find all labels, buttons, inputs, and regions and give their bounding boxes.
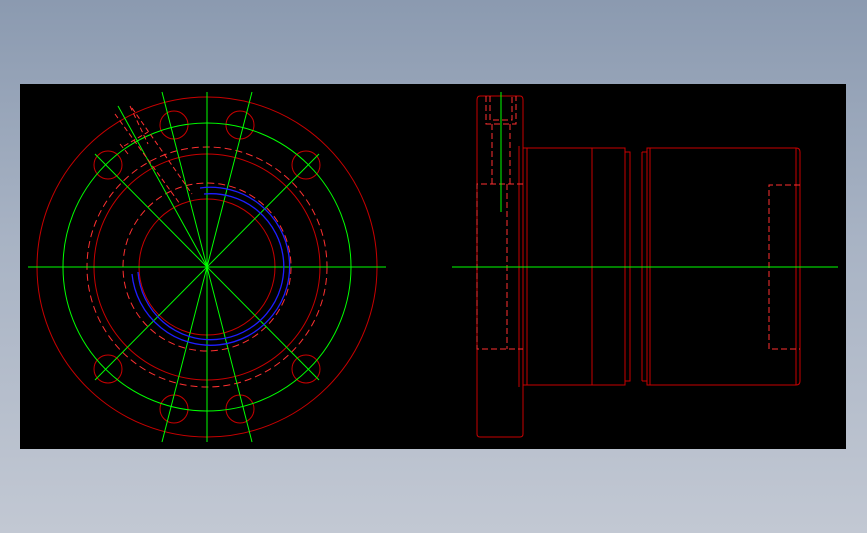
- bolt-hole: [291, 354, 321, 384]
- oil-hole-edge: [131, 107, 193, 195]
- thread-arc: [131, 186, 291, 346]
- thread-arc-outer: [131, 186, 291, 346]
- cad-viewport[interactable]: [20, 84, 846, 449]
- bolt-hole: [291, 150, 321, 180]
- front-view: [28, 91, 386, 443]
- side-view: [452, 92, 838, 438]
- center-lines: [28, 91, 386, 443]
- hidden-features: [476, 96, 800, 350]
- bolt-hole: [93, 354, 123, 384]
- cad-drawing: [28, 91, 838, 443]
- bolt-hole: [93, 150, 123, 180]
